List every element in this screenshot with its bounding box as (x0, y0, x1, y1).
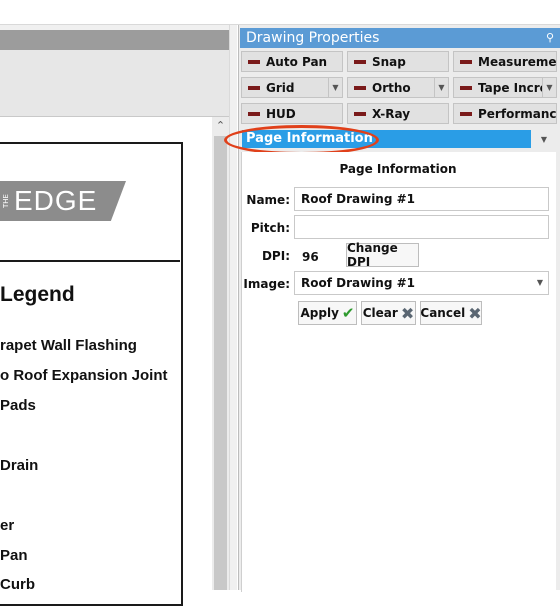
name-label: Name: (246, 193, 290, 207)
toggle-label: Measurement (478, 54, 557, 69)
toggle-label: Snap (372, 54, 406, 69)
toggle-label: Auto Pan (266, 54, 328, 69)
edge-logo-text: EDGE (14, 185, 98, 216)
image-label: Image: (243, 277, 290, 291)
toggle-label: Ortho (372, 80, 411, 95)
cancel-button[interactable]: Cancel ✖ (420, 301, 482, 325)
toggle-off-indicator-icon (354, 111, 366, 116)
x-ray-toggle[interactable]: X-Ray (347, 103, 449, 124)
legend-item: Pan (0, 547, 28, 564)
drawing-toolbar (0, 50, 229, 117)
auto-pan-toggle[interactable]: Auto Pan (241, 51, 343, 72)
legend-item: rapet Wall Flashing (0, 337, 137, 354)
legend-item: er (0, 517, 15, 534)
toggle-off-indicator-icon (248, 85, 260, 90)
window-top-strip (0, 0, 560, 25)
toggle-off-indicator-icon (354, 85, 366, 90)
close-icon: ✖ (400, 303, 415, 323)
button-label: Cancel (420, 306, 466, 320)
pin-icon[interactable]: ⚲ (546, 28, 554, 48)
toggle-off-indicator-icon (460, 59, 472, 64)
image-select-value: Roof Drawing #1 (301, 276, 416, 290)
legend-title: Legend (0, 283, 75, 306)
chevron-down-icon[interactable]: ▼ (537, 272, 543, 294)
tape-increment-toggle[interactable]: Tape Increr ▼ (453, 77, 557, 98)
button-label: Change DPI (347, 241, 398, 269)
scrollbar-thumb[interactable] (214, 136, 227, 590)
pane-splitter[interactable] (229, 25, 237, 590)
highlight-ring (224, 125, 379, 155)
apply-button[interactable]: Apply ✔ (298, 301, 357, 325)
grid-toggle[interactable]: Grid ▼ (241, 77, 343, 98)
title-block-divider (0, 260, 180, 262)
pitch-label: Pitch: (250, 221, 290, 235)
name-field[interactable]: Roof Drawing #1 (294, 187, 549, 211)
toggle-label: Grid (266, 80, 295, 95)
pitch-field[interactable] (294, 215, 549, 239)
chevron-down-icon[interactable]: ▼ (536, 130, 552, 148)
section-heading: Page Information (339, 162, 457, 176)
close-icon: ✖ (468, 303, 482, 323)
button-label: Apply (300, 306, 339, 320)
chevron-down-icon[interactable]: ▼ (328, 78, 342, 97)
ortho-toggle[interactable]: Ortho ▼ (347, 77, 449, 98)
legend-item: Curb (0, 576, 35, 593)
legend-item: Pads (0, 397, 36, 414)
dpi-label: DPI: (261, 249, 290, 263)
dpi-value: 96 (302, 250, 319, 264)
toggle-label: X-Ray (372, 106, 411, 121)
toggle-off-indicator-icon (248, 111, 260, 116)
toggle-off-indicator-icon (248, 59, 260, 64)
button-label: Clear (362, 306, 398, 320)
drawing-header-bar (0, 30, 229, 50)
clear-button[interactable]: Clear ✖ (361, 301, 416, 325)
change-dpi-button[interactable]: Change DPI (346, 241, 419, 269)
toggle-off-indicator-icon (460, 111, 472, 116)
edge-logo-prefix: THE (2, 194, 10, 208)
image-select[interactable]: Roof Drawing #1 ▼ (294, 271, 549, 295)
toggle-off-indicator-icon (354, 59, 366, 64)
performance-toggle[interactable]: Performance (453, 103, 557, 124)
panel-title-bar: Drawing Properties ⚲ (240, 28, 560, 48)
toggle-label: HUD (266, 106, 296, 121)
checkmark-icon: ✔ (341, 304, 355, 322)
chevron-down-icon[interactable]: ▼ (434, 78, 448, 97)
panel-title: Drawing Properties (246, 30, 380, 46)
measurement-toggle[interactable]: Measurement (453, 51, 557, 72)
snap-toggle[interactable]: Snap (347, 51, 449, 72)
scroll-up-arrow-icon[interactable]: ⌃ (212, 117, 229, 134)
toggle-label: Performance (478, 106, 557, 121)
toggle-off-indicator-icon (460, 85, 472, 90)
chevron-down-icon[interactable]: ▼ (542, 78, 556, 97)
legend-item: Drain (0, 457, 39, 474)
legend-item: o Roof Expansion Joint (0, 367, 168, 384)
hud-toggle[interactable]: HUD (241, 103, 343, 124)
